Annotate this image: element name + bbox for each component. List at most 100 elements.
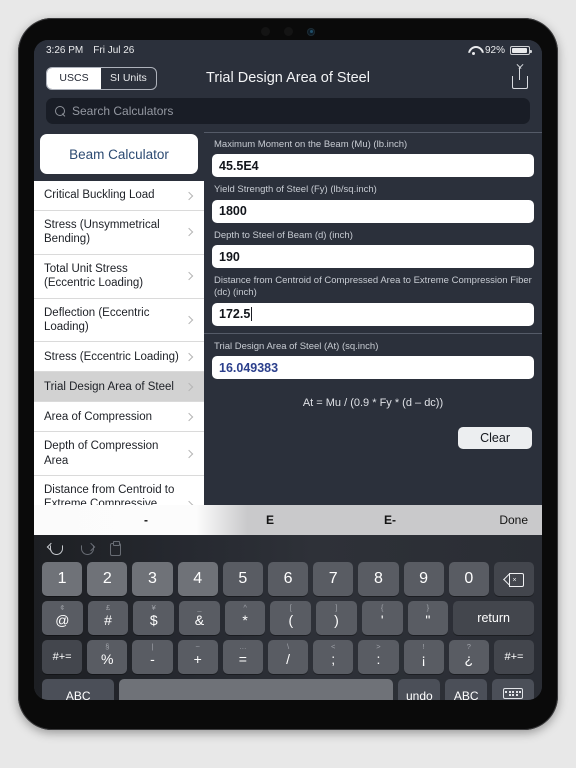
key-8[interactable]: 8 <box>358 562 399 596</box>
sensor-dot <box>261 27 270 36</box>
key-paren-open[interactable]: [( <box>270 601 312 635</box>
input-yield-strength[interactable]: 1800 <box>212 199 534 223</box>
key-colon[interactable]: >: <box>358 640 399 674</box>
key-minus[interactable]: | - <box>132 640 173 674</box>
clear-button[interactable]: Clear <box>458 427 532 450</box>
input-value: 45.5E4 <box>219 158 259 173</box>
key-quote[interactable]: } " <box>407 601 449 635</box>
segment-uscs[interactable]: USCS <box>47 67 101 89</box>
key-5[interactable]: 5 <box>222 562 263 596</box>
calculator-form: Maximum Moment on the Beam (Mu) (lb.inch… <box>204 132 542 505</box>
battery-percent: 92% <box>484 44 505 56</box>
accessory-minus-button[interactable]: - <box>144 513 148 527</box>
key-1[interactable]: 1 <box>42 562 83 596</box>
sidebar-item-depth-of-compression-area[interactable]: Depth of Compression Area <box>34 432 204 476</box>
key-asterisk[interactable]: ^ * <box>224 601 266 635</box>
chevron-right-icon <box>184 500 194 505</box>
list-item-label: Stress (Unsymmetrical Bending) <box>44 219 160 246</box>
keyboard-dismiss-key[interactable] <box>492 679 535 700</box>
key-plus[interactable]: ~ + <box>177 640 218 674</box>
list-item-label: Critical Buckling Load <box>44 189 155 202</box>
key-paren-close[interactable]: ]) <box>316 601 357 635</box>
sidebar-item-distance-from-centroid[interactable]: Distance from Centroid to Extreme Compre… <box>34 476 204 505</box>
key-slash[interactable]: \ / <box>267 640 309 674</box>
key-at[interactable]: ¢ @ <box>42 601 83 635</box>
key-6[interactable]: 6 <box>267 562 309 596</box>
key-exclamation[interactable]: ! ¡ <box>403 640 444 674</box>
list-item-label: Total Unit Stress (Eccentric Loading) <box>44 262 144 290</box>
symbols-key-left[interactable]: #+= <box>42 640 83 674</box>
tablet-device-frame: 3:26 PM Fri Jul 26 92% USCS SI Units Tri… <box>18 18 558 730</box>
sidebar: Beam Calculator Critical Buckling Load S… <box>34 132 204 505</box>
return-key[interactable]: return <box>453 601 535 635</box>
key-apostrophe[interactable]: {' <box>361 601 403 635</box>
result-field[interactable]: 16.049383 <box>212 356 534 380</box>
sidebar-item-critical-buckling-load[interactable]: Critical Buckling Load <box>34 181 204 211</box>
sidebar-item-stress-eccentric-loading[interactable]: Stress (Eccentric Loading) <box>34 342 204 373</box>
sidebar-item-deflection-eccentric-loading[interactable]: Deflection (Eccentric Loading) <box>34 298 204 343</box>
accessory-exponent-button[interactable]: E <box>266 513 274 527</box>
key-9[interactable]: 9 <box>403 562 444 596</box>
status-date: Fri Jul 26 <box>93 44 135 56</box>
chevron-right-icon <box>184 315 194 325</box>
key-3[interactable]: 3 <box>132 562 173 596</box>
keyboard-row-1: 1 2 3 4 5 6 7 8 9 0 × <box>38 562 538 596</box>
list-item-label: Trial Design Area of Steel <box>44 380 174 393</box>
key-4[interactable]: 4 <box>177 562 218 596</box>
input-maximum-moment[interactable]: 45.5E4 <box>212 154 534 178</box>
search-input[interactable]: Search Calculators <box>46 98 530 124</box>
field-label-d: Depth to Steel of Beam (d) (inch) <box>214 229 353 241</box>
input-distance-from-centroid[interactable]: 172.5 <box>212 302 534 326</box>
accessory-negative-exponent-button[interactable]: E- <box>384 513 396 527</box>
key-ampersand[interactable]: _ & <box>179 601 220 635</box>
sidebar-item-total-unit-stress[interactable]: Total Unit Stress (Eccentric Loading) <box>34 254 204 299</box>
spacebar-key[interactable] <box>119 679 394 700</box>
keyboard-row-3: #+= §% | - ~ + … = \ / <; >: ! ¡ ? ¿ #+= <box>38 640 538 674</box>
abc-key-left[interactable]: ABC <box>42 679 115 700</box>
on-screen-keyboard: 1 2 3 4 5 6 7 8 9 0 × ¢ @ £ # ¥ $ _ & ^ … <box>34 535 542 700</box>
undo-key[interactable]: undo <box>398 679 441 700</box>
sidebar-item-area-of-compression[interactable]: Area of Compression <box>34 402 204 433</box>
unit-system-segmented-control[interactable]: USCS SI Units <box>46 66 157 90</box>
keyboard-dismiss-icon <box>503 688 524 700</box>
result-label: Trial Design Area of Steel (At) (sq.inch… <box>214 340 379 352</box>
key-dollar[interactable]: ¥ $ <box>133 601 175 635</box>
chevron-right-icon <box>184 412 194 421</box>
chevron-right-icon <box>184 271 194 281</box>
key-percent[interactable]: §% <box>87 640 128 674</box>
key-0[interactable]: 0 <box>448 562 489 596</box>
share-icon[interactable] <box>510 67 530 89</box>
abc-key-right[interactable]: ABC <box>445 679 488 700</box>
accessory-done-button[interactable]: Done <box>499 513 528 527</box>
sidebar-item-trial-design-area-of-steel[interactable]: Trial Design Area of Steel <box>34 372 204 403</box>
undo-icon[interactable] <box>48 544 63 555</box>
chevron-right-icon <box>184 228 194 237</box>
input-value: 172.5 <box>219 307 251 322</box>
paste-icon[interactable] <box>110 541 121 556</box>
search-container: Search Calculators <box>34 96 542 132</box>
key-equals[interactable]: … = <box>222 640 263 674</box>
beam-calculator-button[interactable]: Beam Calculator <box>40 134 198 174</box>
device-screen: 3:26 PM Fri Jul 26 92% USCS SI Units Tri… <box>34 40 542 700</box>
app-header: USCS SI Units Trial Design Area of Steel <box>34 60 542 96</box>
key-semicolon[interactable]: <; <box>313 640 354 674</box>
redo-icon[interactable] <box>79 544 94 555</box>
sidebar-item-stress-unsymmetrical-bending[interactable]: Stress (Unsymmetrical Bending) <box>34 211 204 255</box>
input-depth-to-steel[interactable]: 190 <box>212 245 534 269</box>
chevron-right-icon <box>184 449 194 458</box>
key-question[interactable]: ? ¿ <box>448 640 489 674</box>
key-7[interactable]: 7 <box>313 562 354 596</box>
list-item-label: Deflection (Eccentric Loading) <box>44 306 150 333</box>
segment-si-units[interactable]: SI Units <box>101 68 156 89</box>
status-time: 3:26 PM <box>46 44 84 56</box>
symbols-key-right[interactable]: #+= <box>493 640 535 674</box>
page-root: 3:26 PM Fri Jul 26 92% USCS SI Units Tri… <box>0 0 576 768</box>
backspace-icon: × <box>505 573 525 587</box>
key-2[interactable]: 2 <box>87 562 128 596</box>
keyboard-row-4: ABC undo ABC <box>38 679 538 700</box>
backspace-key[interactable]: × <box>493 562 535 596</box>
list-item-label: Stress (Eccentric Loading) <box>44 350 179 363</box>
calculator-list: Critical Buckling Load Stress (Unsymmetr… <box>34 181 204 505</box>
key-hash[interactable]: £ # <box>87 601 129 635</box>
keyboard-row-2: ¢ @ £ # ¥ $ _ & ^ * [( ]) {'} " return <box>38 601 538 635</box>
